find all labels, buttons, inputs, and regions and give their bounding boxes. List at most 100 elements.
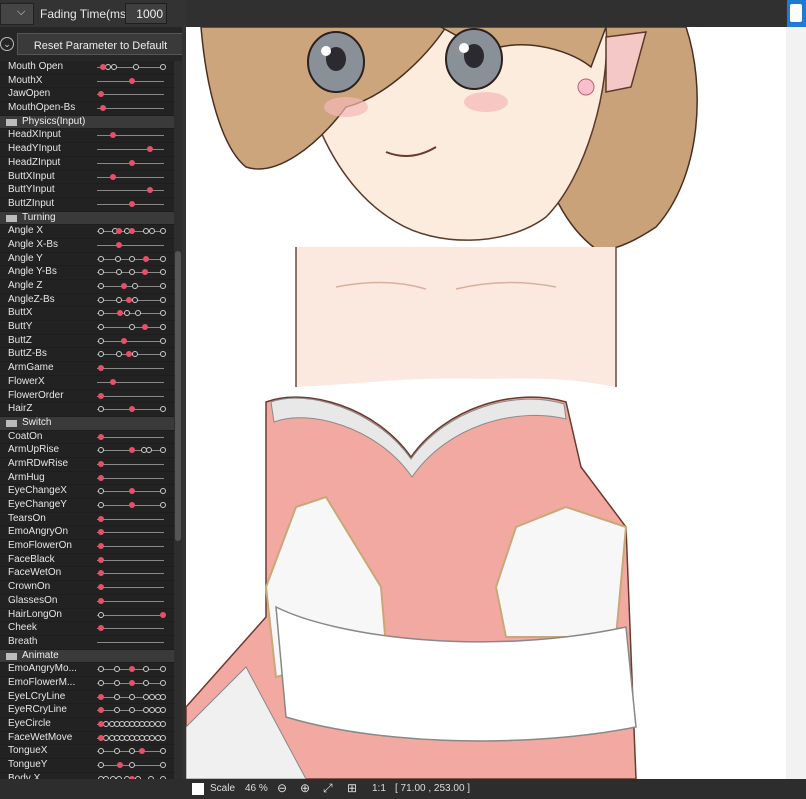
slider-handle[interactable]	[125, 351, 132, 358]
parameter-row[interactable]: EyeChangeY	[0, 499, 174, 513]
keyform-marker[interactable]	[98, 488, 105, 495]
keyform-marker[interactable]	[160, 406, 167, 413]
slider-handle[interactable]	[146, 146, 153, 153]
parameter-row[interactable]: EyeRCryLine	[0, 704, 174, 718]
keyform-marker[interactable]	[113, 666, 120, 673]
actual-size-button[interactable]: 1:1	[372, 783, 386, 794]
slider-handle[interactable]	[98, 543, 105, 550]
parameter-row[interactable]: TongueY	[0, 759, 174, 773]
keyform-marker[interactable]	[129, 762, 135, 769]
slider-handle[interactable]	[129, 502, 135, 508]
parameter-row[interactable]: ButtZInput	[0, 197, 174, 212]
parameter-scrollbar[interactable]	[174, 61, 182, 779]
parameter-slider[interactable]	[97, 559, 164, 561]
zoom-value[interactable]: 46 %	[245, 783, 268, 794]
keyform-marker[interactable]	[160, 310, 167, 317]
slider-handle[interactable]	[141, 269, 148, 276]
parameter-row[interactable]: ButtZ-Bs	[0, 348, 174, 363]
parameter-slider[interactable]	[97, 532, 164, 534]
parameter-group[interactable]: Physics(Input)	[0, 115, 174, 130]
parameter-slider[interactable]	[97, 149, 164, 151]
keyform-marker[interactable]	[143, 693, 150, 700]
keyform-marker[interactable]	[160, 707, 167, 714]
keyform-marker[interactable]	[143, 679, 150, 686]
collapse-icon[interactable]: ⌄	[0, 37, 14, 51]
parameter-row[interactable]: Cheek	[0, 622, 174, 636]
keyform-marker[interactable]	[123, 310, 130, 317]
keyform-marker[interactable]	[98, 762, 105, 769]
keyform-marker[interactable]	[113, 679, 120, 686]
parameter-row[interactable]: FlowerOrder	[0, 389, 174, 404]
keyform-marker[interactable]	[98, 269, 105, 276]
keyform-marker[interactable]	[129, 324, 135, 331]
keyform-marker[interactable]	[160, 502, 167, 508]
keyform-marker[interactable]	[98, 283, 105, 289]
parameter-group[interactable]: Animate	[0, 649, 174, 664]
slider-handle[interactable]	[98, 365, 105, 372]
keyform-marker[interactable]	[98, 228, 105, 235]
slider-handle[interactable]	[98, 433, 105, 440]
parameter-row[interactable]: TongueX	[0, 745, 174, 760]
slider-handle[interactable]	[121, 337, 128, 344]
slider-handle[interactable]	[146, 187, 153, 194]
reset-parameter-button[interactable]: Reset Parameter to Default	[17, 33, 182, 55]
slider-handle[interactable]	[121, 283, 128, 289]
keyform-marker[interactable]	[160, 734, 167, 741]
parameter-slider[interactable]	[97, 395, 164, 397]
keyform-marker[interactable]	[129, 269, 135, 276]
keyform-marker[interactable]	[98, 447, 105, 454]
zoom-in-icon[interactable]: ⊕	[300, 781, 310, 795]
keyform-marker[interactable]	[160, 255, 167, 262]
parameter-row[interactable]: Breath	[0, 635, 174, 650]
keyform-marker[interactable]	[98, 324, 105, 331]
keyform-marker[interactable]	[160, 337, 167, 344]
slider-handle[interactable]	[98, 597, 105, 604]
keyform-marker[interactable]	[160, 228, 167, 235]
parameter-slider[interactable]	[97, 313, 164, 315]
parameter-row[interactable]: HairLongOn	[0, 608, 174, 623]
parameter-row[interactable]: HairZ	[0, 403, 174, 417]
zoom-out-icon[interactable]: ⊖	[277, 781, 287, 795]
parameter-row[interactable]: HeadXInput	[0, 129, 174, 144]
mode-dropdown[interactable]: ⌵	[0, 3, 34, 25]
parameter-group[interactable]: Switch	[0, 416, 174, 431]
keyform-marker[interactable]	[143, 666, 150, 673]
keyform-marker[interactable]	[160, 762, 167, 769]
keyform-marker[interactable]	[160, 269, 167, 276]
model-canvas[interactable]	[186, 27, 786, 779]
parameter-row[interactable]: ButtXInput	[0, 170, 174, 185]
keyform-marker[interactable]	[98, 351, 105, 358]
parameter-group[interactable]: Turning	[0, 211, 174, 226]
parameter-row[interactable]: MouthOpen-Bs	[0, 102, 174, 116]
parameter-slider[interactable]	[97, 546, 164, 548]
parameter-row[interactable]: GlassesOn	[0, 594, 174, 609]
window-corner-badge[interactable]	[787, 0, 806, 27]
slider-handle[interactable]	[98, 460, 105, 467]
keyform-marker[interactable]	[98, 310, 105, 317]
slider-handle[interactable]	[98, 515, 105, 522]
parameter-slider[interactable]	[97, 135, 164, 137]
slider-handle[interactable]	[129, 447, 135, 454]
keyform-marker[interactable]	[98, 406, 105, 413]
parameter-row[interactable]: Angle Z	[0, 280, 174, 294]
keyform-marker[interactable]	[116, 351, 123, 358]
slider-handle[interactable]	[98, 570, 105, 577]
parameter-row[interactable]: ArmGame	[0, 362, 174, 376]
slider-handle[interactable]	[129, 666, 135, 673]
keyform-marker[interactable]	[160, 721, 167, 727]
parameter-row[interactable]: ButtZ	[0, 334, 174, 349]
keyform-marker[interactable]	[149, 228, 156, 235]
slider-handle[interactable]	[98, 584, 105, 591]
parameter-slider[interactable]	[97, 600, 164, 602]
slider-handle[interactable]	[98, 556, 105, 563]
parameter-slider[interactable]	[97, 436, 164, 438]
fit-screen-icon[interactable]: ⤢	[323, 781, 333, 796]
keyform-marker[interactable]	[116, 269, 123, 276]
parameter-slider[interactable]	[97, 587, 164, 589]
keyform-marker[interactable]	[160, 283, 167, 289]
parameter-row[interactable]: EmoFlowerOn	[0, 540, 174, 554]
slider-handle[interactable]	[116, 228, 123, 235]
parameter-row[interactable]: Angle X-Bs	[0, 238, 174, 253]
slider-handle[interactable]	[116, 241, 123, 248]
keyform-marker[interactable]	[132, 296, 139, 303]
